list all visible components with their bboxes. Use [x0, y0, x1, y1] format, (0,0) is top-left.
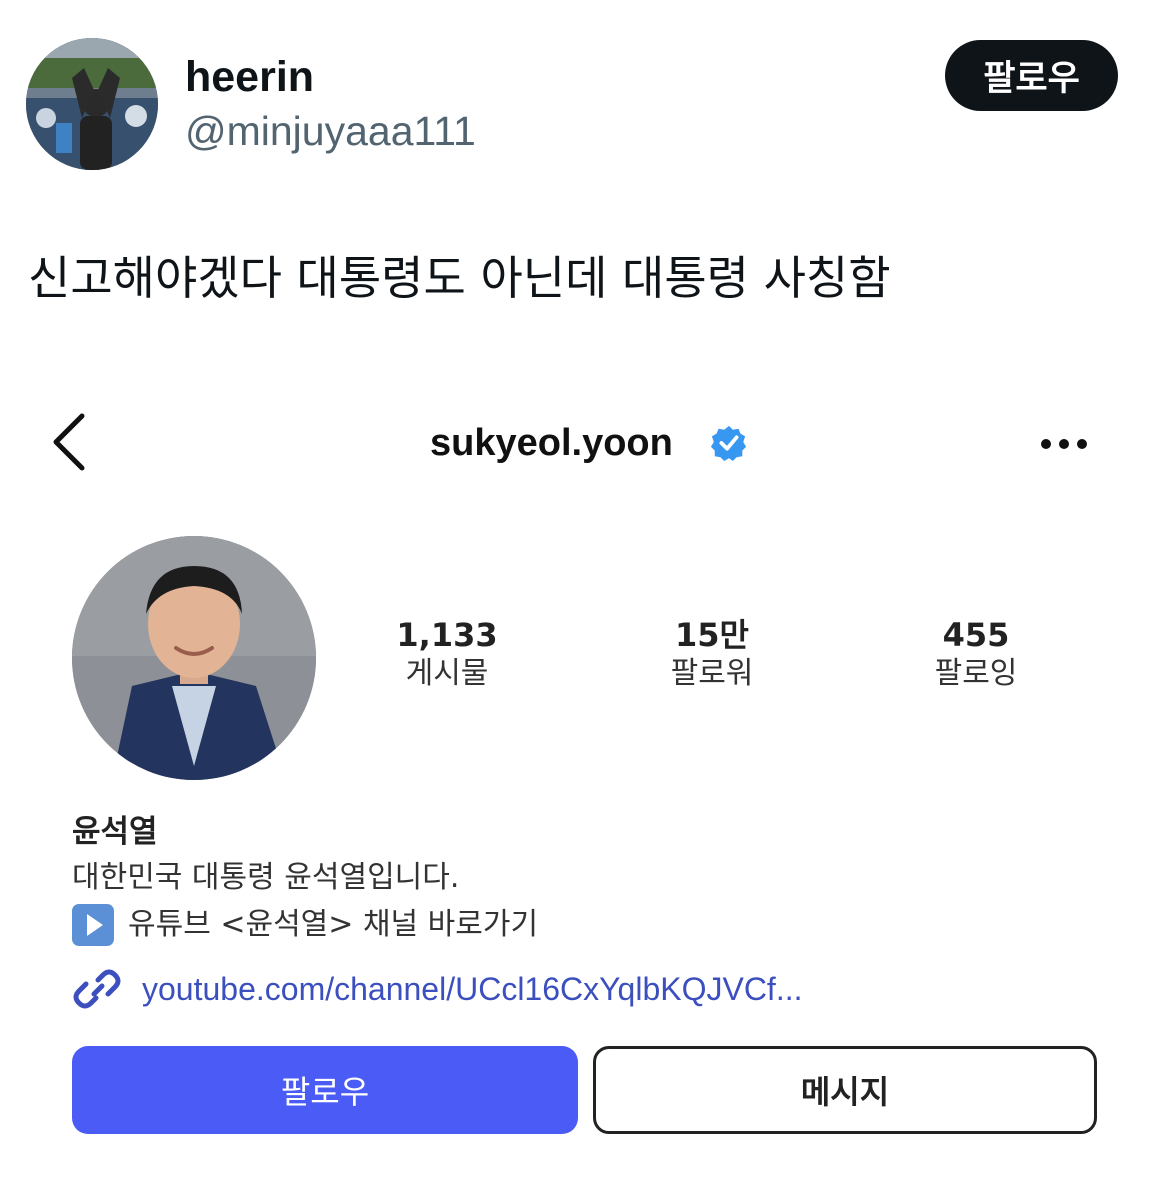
verified-badge-icon — [710, 425, 747, 462]
bio-youtube-line: 유튜브 <윤석열> 채널 바로가기 — [72, 904, 538, 946]
stat-followers-label: 팔로워 — [670, 656, 754, 691]
bio-link[interactable]: youtube.com/channel/UCcl16CxYqlbKQJVCf..… — [142, 969, 802, 1009]
play-button-icon — [72, 904, 114, 946]
back-arrow-icon[interactable] — [48, 412, 96, 472]
stat-posts[interactable]: 1,133 게시물 — [347, 616, 547, 694]
more-options-icon[interactable] — [1036, 432, 1092, 456]
bio-youtube-text: 유튜브 <윤석열> 채널 바로가기 — [128, 907, 539, 942]
stat-followers[interactable]: 15만 팔로워 — [612, 616, 812, 694]
tweet-text: 신고해야겠다 대통령도 아닌데 대통령 사칭함 — [28, 251, 891, 305]
stat-posts-label: 게시물 — [405, 656, 489, 691]
profile-follow-button[interactable]: 팔로우 — [72, 1046, 578, 1134]
author-name[interactable]: heerin — [185, 52, 314, 102]
stat-following-value: 455 — [942, 616, 1010, 654]
author-handle[interactable]: @minjuyaaa111 — [185, 107, 476, 155]
link-icon — [73, 969, 121, 1009]
stat-followers-value: 15만 — [675, 616, 749, 654]
bio-link-row[interactable]: youtube.com/channel/UCcl16CxYqlbKQJVCf..… — [72, 964, 802, 1014]
follow-button[interactable]: 팔로우 — [945, 40, 1118, 111]
bio-name: 윤석열 — [72, 814, 158, 850]
instagram-profile-screenshot: sukyeol.yoon 1,133 게시물 15만 팔로워 455 팔로잉 윤… — [28, 380, 1142, 1160]
stat-following[interactable]: 455 팔로잉 — [876, 616, 1076, 694]
message-button[interactable]: 메시지 — [593, 1046, 1097, 1134]
profile-username: sukyeol.yoon — [430, 422, 673, 464]
author-avatar[interactable] — [26, 38, 158, 170]
stat-following-label: 팔로잉 — [934, 656, 1018, 691]
stat-posts-value: 1,133 — [396, 616, 498, 654]
bio-description: 대한민국 대통령 윤석열입니다. — [72, 860, 460, 895]
profile-avatar — [72, 536, 316, 780]
